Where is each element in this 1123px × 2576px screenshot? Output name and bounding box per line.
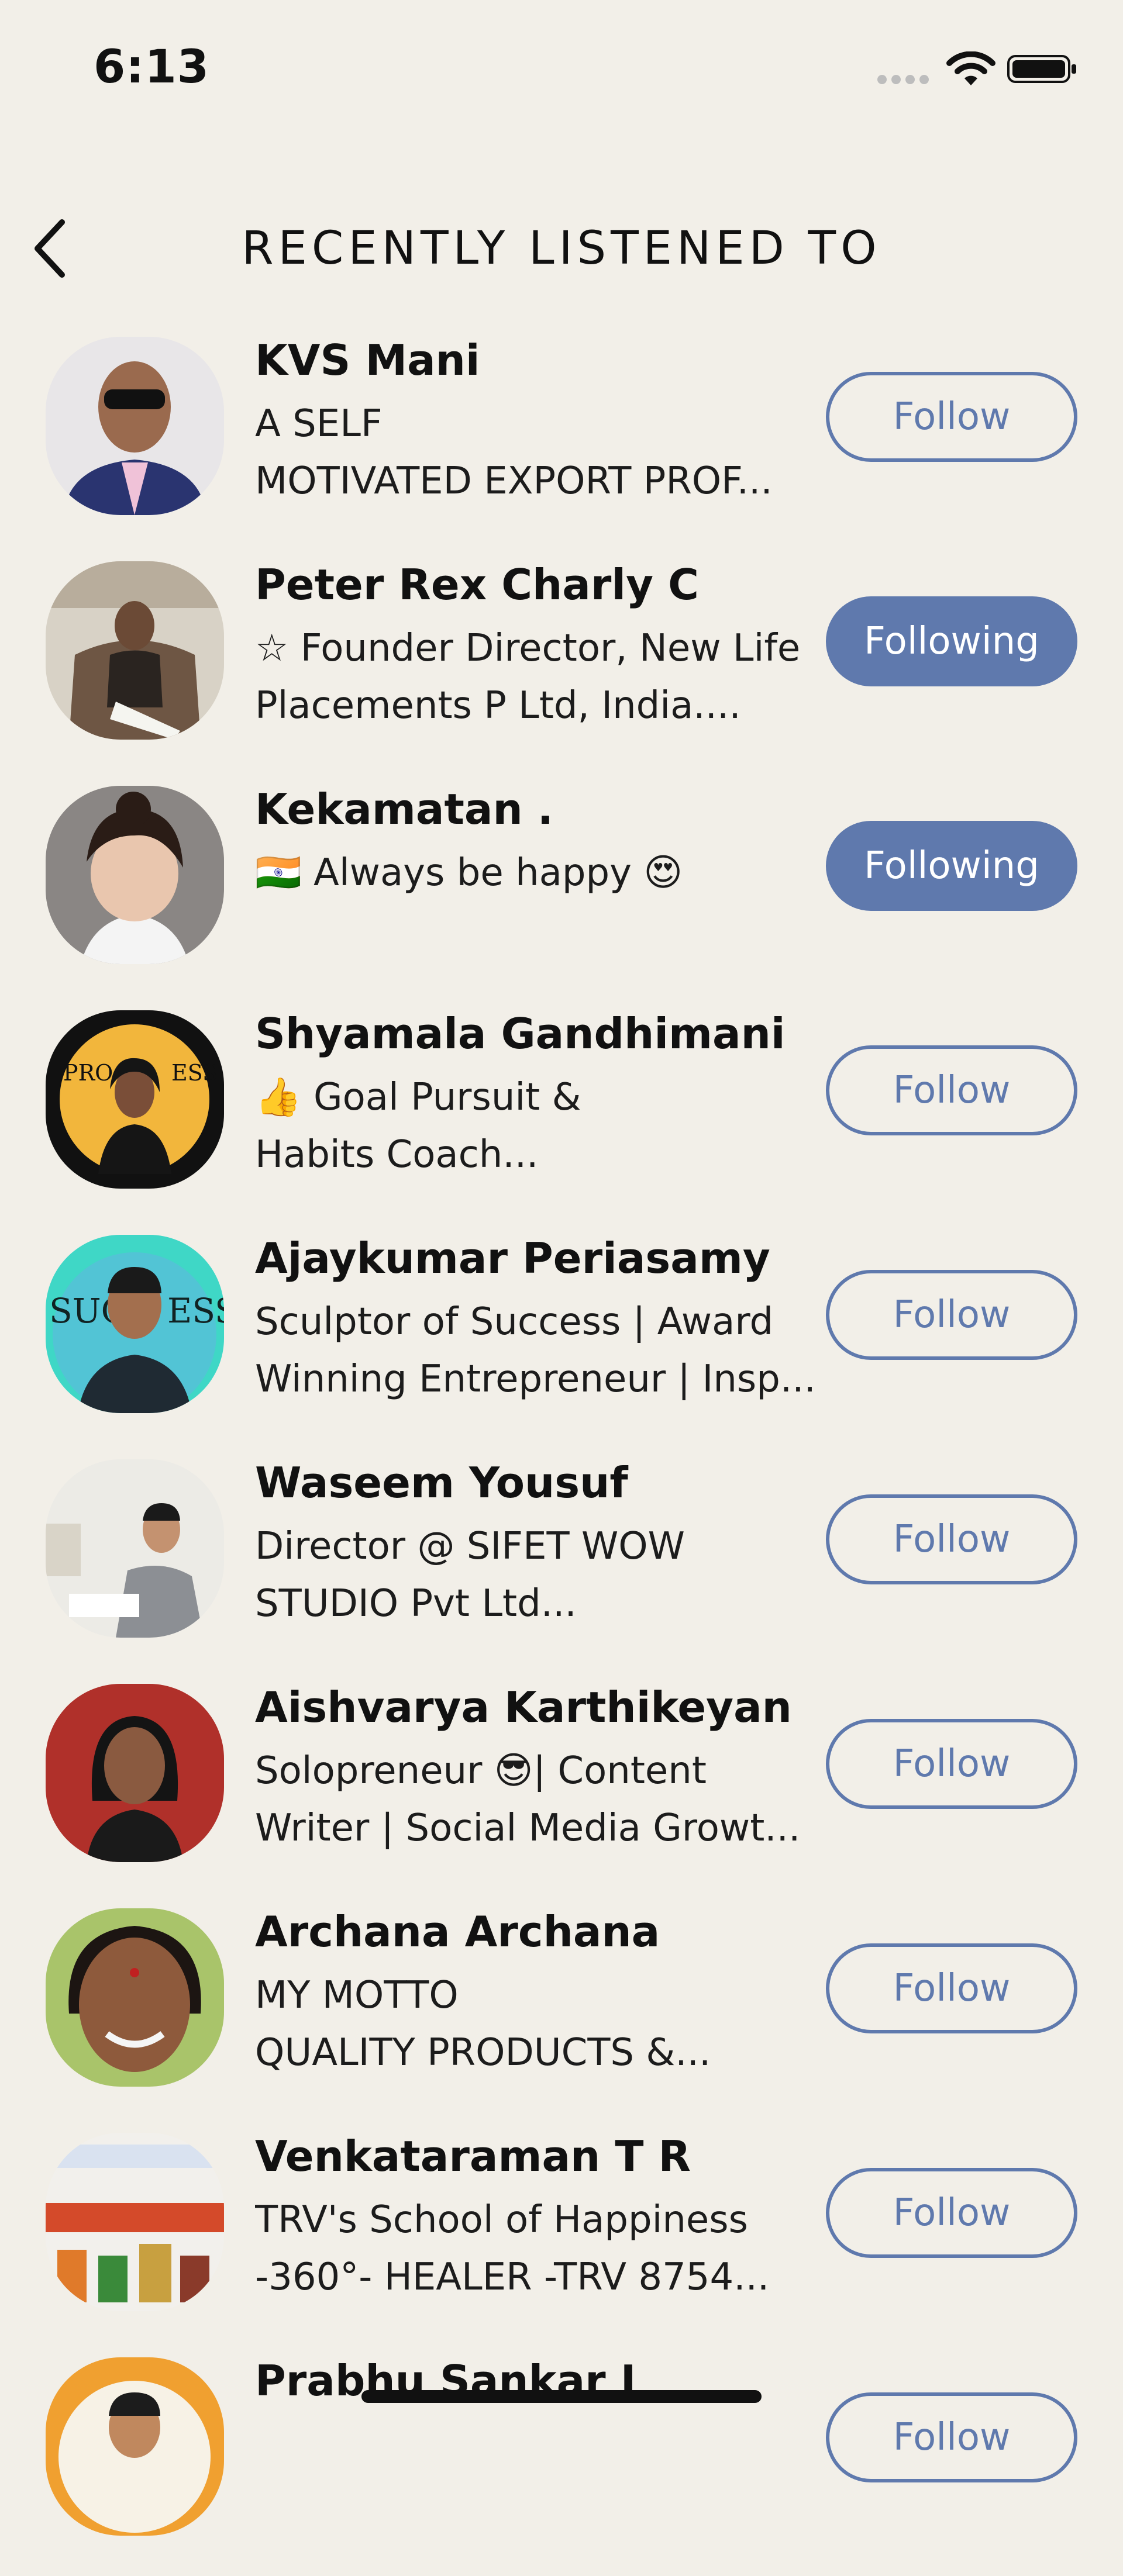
list-item[interactable]: Aishvarya Karthikeyan Solopreneur 😎| Con… — [0, 1678, 1123, 1902]
header: RECENTLY LISTENED TO — [0, 199, 1123, 298]
bio-line: MY MOTTO — [255, 1974, 459, 2017]
follow-button[interactable]: Follow — [826, 2168, 1077, 2258]
following-button[interactable]: Following — [826, 821, 1077, 911]
person-bio: 👍 Goal Pursuit & Habits Coach... — [255, 1069, 817, 1183]
person-name[interactable]: Archana Archana — [255, 1907, 660, 1956]
svg-text:ESS: ESS — [167, 1291, 224, 1331]
avatar[interactable]: SUC ESS — [46, 1235, 224, 1413]
person-bio: TRV's School of Happiness -360°- HEALER … — [255, 2191, 817, 2306]
list-item[interactable]: Waseem Yousuf Director @ SIFET WOW STUDI… — [0, 1453, 1123, 1678]
battery-icon — [1007, 55, 1076, 83]
follow-button[interactable]: Follow — [826, 372, 1077, 462]
cellular-signal-icon — [877, 75, 929, 84]
person-bio: Director @ SIFET WOW STUDIO Pvt Ltd... — [255, 1518, 817, 1632]
person-name[interactable]: Ajaykumar Periasamy — [255, 1234, 770, 1283]
list-item[interactable]: Prabhu Sankar I Follow — [0, 2351, 1123, 2576]
status-bar: 6:13 — [0, 0, 1123, 140]
list-item[interactable]: Venkataraman T R TRV's School of Happine… — [0, 2127, 1123, 2351]
following-button[interactable]: Following — [826, 596, 1077, 686]
list-item[interactable]: SUC ESS Ajaykumar Periasamy Sculptor of … — [0, 1229, 1123, 1453]
follow-button[interactable]: Follow — [826, 1270, 1077, 1360]
person-bio: MY MOTTO QUALITY PRODUCTS &... — [255, 1967, 817, 2081]
avatar[interactable] — [46, 786, 224, 964]
list-item[interactable]: Archana Archana MY MOTTO QUALITY PRODUCT… — [0, 1902, 1123, 2127]
follow-button[interactable]: Follow — [826, 1719, 1077, 1809]
person-name[interactable]: Aishvarya Karthikeyan — [255, 1683, 792, 1732]
avatar[interactable] — [46, 337, 224, 515]
bio-line: A SELF — [255, 402, 383, 446]
bio-line: -360°- HEALER -TRV 8754... — [255, 2256, 770, 2299]
bio-line: Placements P Ltd, India.... — [255, 684, 741, 727]
person-bio: ☆ Founder Director, New Life Placements … — [255, 620, 817, 734]
avatar[interactable] — [46, 1908, 224, 2087]
list-item[interactable]: KVS Mani A SELF MOTIVATED EXPORT PROF...… — [0, 331, 1123, 555]
avatar[interactable] — [46, 1684, 224, 1862]
avatar[interactable] — [46, 2133, 224, 2311]
list-item[interactable]: Kekamatan . 🇮🇳 Always be happy 😍 Followi… — [0, 780, 1123, 1004]
person-name[interactable]: KVS Mani — [255, 336, 480, 385]
person-name[interactable]: Venkataraman T R — [255, 2132, 691, 2181]
avatar[interactable] — [46, 1459, 224, 1638]
avatar[interactable] — [46, 2357, 224, 2536]
person-bio: A SELF MOTIVATED EXPORT PROF... — [255, 395, 817, 510]
bio-line: Habits Coach... — [255, 1133, 539, 1176]
wifi-icon — [946, 51, 995, 85]
bio-line: Sculptor of Success | Award — [255, 1300, 774, 1344]
bio-line: Director @ SIFET WOW — [255, 1525, 685, 1568]
list-item[interactable]: PRO ESS Shyamala Gandhimani 👍 Goal Pursu… — [0, 1004, 1123, 1229]
bio-line: TRV's School of Happiness — [255, 2198, 748, 2242]
page-title: RECENTLY LISTENED TO — [242, 222, 881, 275]
bio-line: Winning Entrepreneur | Insp... — [255, 1358, 816, 1401]
person-name[interactable]: Shyamala Gandhimani — [255, 1009, 786, 1058]
bio-line: 👍 Goal Pursuit & — [255, 1076, 581, 1119]
people-list: KVS Mani A SELF MOTIVATED EXPORT PROF...… — [0, 331, 1123, 2576]
svg-text:ESS: ESS — [171, 1060, 218, 1086]
follow-button[interactable]: Follow — [826, 1045, 1077, 1135]
person-bio: Solopreneur 😎| Content Writer | Social M… — [255, 1742, 817, 1857]
bio-line: Solopreneur 😎| Content — [255, 1749, 707, 1793]
person-bio: Sculptor of Success | Award Winning Entr… — [255, 1293, 817, 1408]
person-name[interactable]: Peter Rex Charly C — [255, 560, 699, 609]
avatar[interactable]: PRO ESS — [46, 1010, 224, 1189]
bio-line: Writer | Social Media Growt... — [255, 1807, 801, 1850]
person-bio: 🇮🇳 Always be happy 😍 — [255, 844, 817, 902]
person-name[interactable]: Kekamatan . — [255, 785, 553, 834]
bio-line: QUALITY PRODUCTS &... — [255, 2031, 711, 2074]
svg-text:PRO: PRO — [63, 1060, 113, 1086]
bio-line: 🇮🇳 Always be happy 😍 — [255, 851, 683, 895]
home-indicator[interactable] — [361, 2390, 762, 2403]
status-time: 6:13 — [94, 41, 210, 94]
bio-line: STUDIO Pvt Ltd... — [255, 1582, 577, 1625]
list-item[interactable]: Peter Rex Charly C ☆ Founder Director, N… — [0, 555, 1123, 780]
follow-button[interactable]: Follow — [826, 2392, 1077, 2482]
avatar[interactable] — [46, 561, 224, 740]
bio-line: ☆ Founder Director, New Life — [255, 627, 801, 670]
follow-button[interactable]: Follow — [826, 1494, 1077, 1584]
follow-button[interactable]: Follow — [826, 1943, 1077, 2033]
bio-line: MOTIVATED EXPORT PROF... — [255, 460, 773, 503]
person-name[interactable]: Waseem Yousuf — [255, 1458, 628, 1507]
